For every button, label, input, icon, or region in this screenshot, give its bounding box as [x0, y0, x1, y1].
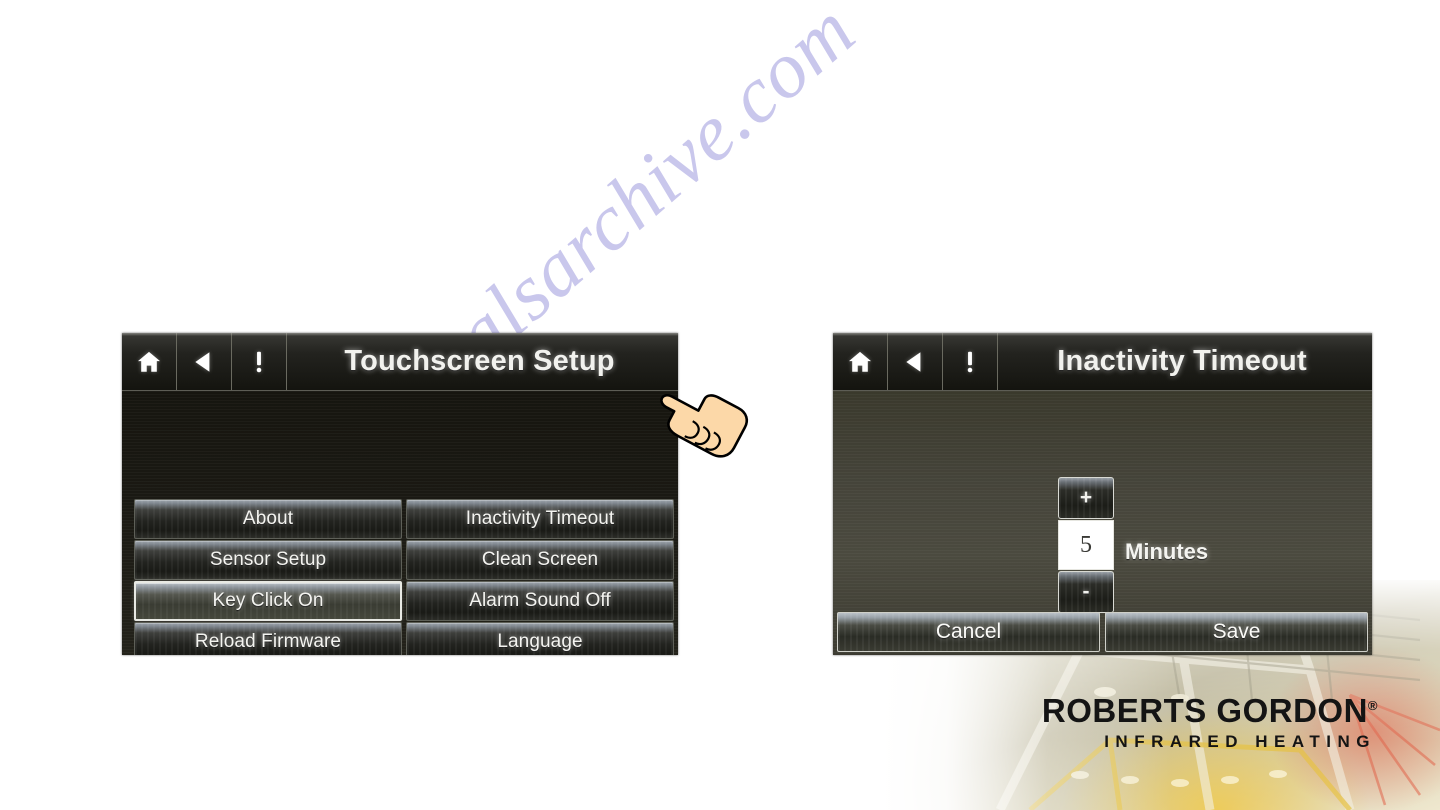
- increment-button[interactable]: +: [1058, 477, 1114, 519]
- setup-button-language[interactable]: Language: [406, 622, 674, 655]
- button-label: Key Click On: [212, 590, 324, 611]
- setup-button-sensor-setup[interactable]: Sensor Setup: [134, 540, 402, 580]
- touchscreen-setup-panel: Touchscreen Setup About Inactivity Timeo…: [122, 333, 678, 655]
- alert-button[interactable]: [943, 333, 998, 390]
- home-button[interactable]: [833, 333, 888, 390]
- setup-button-inactivity-timeout[interactable]: Inactivity Timeout: [406, 499, 674, 539]
- setup-button-grid: About Inactivity Timeout Sensor Setup Cl…: [134, 499, 674, 655]
- brand-name-text: ROBERTS GORDON: [1041, 692, 1368, 729]
- button-label: Clean Screen: [481, 549, 599, 570]
- inactivity-timeout-panel: Inactivity Timeout + 5 - Minutes Cancel …: [833, 333, 1372, 655]
- setup-panel-title: Touchscreen Setup: [344, 345, 615, 377]
- alert-exclamation-icon: [246, 349, 272, 375]
- setup-button-about[interactable]: About: [134, 499, 402, 539]
- alert-exclamation-icon: [957, 349, 983, 375]
- button-label: Reload Firmware: [194, 631, 342, 652]
- home-button[interactable]: [122, 333, 177, 390]
- back-arrow-icon: [902, 349, 928, 375]
- button-label: Language: [497, 631, 583, 652]
- timeout-panel-title: Inactivity Timeout: [1057, 345, 1307, 377]
- timeout-value: 5: [1080, 531, 1092, 558]
- timeout-unit-label: Minutes: [1125, 539, 1209, 564]
- back-arrow-icon: [191, 349, 217, 375]
- brand-lockup: ROBERTS GORDON® INFRARED HEATING: [1042, 694, 1378, 752]
- brand-name: ROBERTS GORDON®: [1042, 694, 1378, 727]
- registered-trademark-icon: ®: [1367, 698, 1378, 713]
- setup-button-clean-screen[interactable]: Clean Screen: [406, 540, 674, 580]
- timeout-titlebar: Inactivity Timeout: [833, 333, 1372, 391]
- decrement-button[interactable]: -: [1058, 571, 1114, 613]
- home-icon: [136, 349, 162, 375]
- cancel-button[interactable]: Cancel: [837, 612, 1100, 652]
- back-button[interactable]: [888, 333, 943, 390]
- plus-icon: +: [1079, 486, 1093, 509]
- button-label: Inactivity Timeout: [465, 508, 615, 529]
- save-button[interactable]: Save: [1105, 612, 1368, 652]
- setup-button-alarm-sound[interactable]: Alarm Sound Off: [406, 581, 674, 621]
- timeout-footer: Cancel Save: [837, 612, 1368, 652]
- button-label: Alarm Sound Off: [469, 590, 611, 611]
- setup-button-reload-firmware[interactable]: Reload Firmware: [134, 622, 402, 655]
- alert-button[interactable]: [232, 333, 287, 390]
- button-label: Cancel: [935, 620, 1002, 643]
- brand-tagline: INFRARED HEATING: [1104, 732, 1376, 751]
- back-button[interactable]: [177, 333, 232, 390]
- setup-button-key-click[interactable]: Key Click On: [134, 581, 402, 621]
- button-label: Save: [1212, 620, 1261, 643]
- home-icon: [847, 349, 873, 375]
- button-label: Sensor Setup: [209, 549, 327, 570]
- button-label: About: [242, 508, 294, 529]
- setup-titlebar: Touchscreen Setup: [122, 333, 678, 391]
- setup-panel-body: About Inactivity Timeout Sensor Setup Cl…: [122, 391, 678, 655]
- timeout-value-field[interactable]: 5: [1058, 520, 1114, 570]
- minus-icon: -: [1082, 580, 1090, 603]
- timeout-panel-body: + 5 - Minutes Cancel Save: [833, 391, 1372, 655]
- timeout-stepper: + 5 -: [1058, 477, 1114, 613]
